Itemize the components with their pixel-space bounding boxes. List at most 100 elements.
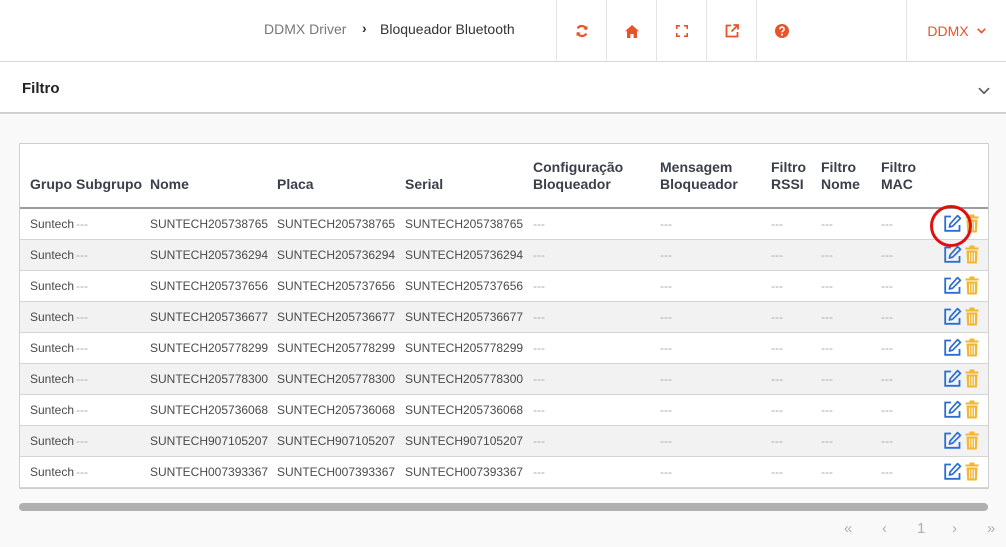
col-header-filtro-rssi[interactable]: Filtro RSSI: [771, 144, 821, 209]
edit-icon[interactable]: [943, 369, 962, 391]
cell-filtro-rssi: ---: [771, 456, 821, 488]
col-header-configuracao[interactable]: Configuração Bloqueador: [533, 144, 660, 209]
breadcrumb-separator: ›: [362, 20, 367, 36]
trash-icon[interactable]: [965, 276, 979, 298]
cell-nome: SUNTECH205778300: [150, 363, 277, 395]
cell-grupo: Suntech: [30, 363, 76, 395]
user-menu[interactable]: DDMX: [906, 0, 1006, 62]
col-header-placa[interactable]: Placa: [277, 144, 405, 209]
edit-icon[interactable]: [943, 338, 962, 360]
row-padding: [20, 425, 30, 457]
cell-serial: SUNTECH205737656: [405, 270, 533, 302]
cell-filtro-rssi: ---: [771, 301, 821, 333]
external-link-button[interactable]: [706, 0, 756, 62]
cell-placa: SUNTECH007393367: [277, 456, 405, 488]
last-page-button[interactable]: »: [987, 520, 995, 537]
edit-icon[interactable]: [943, 462, 962, 484]
col-header-actions: [943, 144, 988, 209]
cell-placa: SUNTECH205737656: [277, 270, 405, 302]
table-row[interactable]: Suntech --- SUNTECH205736677 SUNTECH2057366…: [20, 301, 988, 333]
cell-serial: SUNTECH205778300: [405, 363, 533, 395]
trash-icon[interactable]: [965, 369, 979, 391]
trash-icon[interactable]: [965, 400, 979, 422]
col-header-mensagem[interactable]: Mensagem Bloqueador: [660, 144, 771, 209]
cell-actions: [943, 394, 988, 426]
cell-nome: SUNTECH205736294: [150, 239, 277, 271]
col-header-mensagem-line1: Mensagem: [660, 159, 733, 175]
breadcrumb-current: Bloqueador Bluetooth: [380, 21, 515, 37]
cell-grupo: Suntech: [30, 208, 76, 240]
col-header-subgrupo[interactable]: Subgrupo: [76, 144, 150, 209]
table-row[interactable]: Suntech --- SUNTECH205736068 SUNTECH2057360…: [20, 394, 988, 426]
chevron-down-icon: [978, 82, 990, 100]
prev-page-button[interactable]: ‹: [882, 520, 887, 537]
cell-filtro-nome: ---: [821, 239, 881, 271]
filter-title: Filtro: [22, 80, 60, 97]
trash-icon[interactable]: [965, 307, 979, 329]
col-header-filtro-mac-line2: MAC: [881, 176, 913, 192]
help-button[interactable]: [756, 0, 806, 62]
home-button[interactable]: [606, 0, 656, 62]
cell-subgrupo: ---: [76, 208, 150, 240]
cell-subgrupo: ---: [76, 425, 150, 457]
cell-filtro-mac: ---: [881, 270, 943, 302]
table-row[interactable]: Suntech --- SUNTECH205778299 SUNTECH2057782…: [20, 332, 988, 364]
edit-icon[interactable]: [943, 307, 962, 329]
filter-panel-header[interactable]: Filtro: [0, 62, 1006, 114]
table-row[interactable]: Suntech --- SUNTECH007393367 SUNTECH0073933…: [20, 456, 988, 488]
cell-subgrupo: ---: [76, 270, 150, 302]
cell-filtro-nome: ---: [821, 394, 881, 426]
cell-configuracao: ---: [533, 332, 660, 364]
trash-icon[interactable]: [965, 338, 979, 360]
col-header-filtro-mac[interactable]: Filtro MAC: [881, 144, 943, 209]
table-row[interactable]: Suntech --- SUNTECH205737656 SUNTECH2057376…: [20, 270, 988, 302]
table-row[interactable]: Suntech --- SUNTECH907105207 SUNTECH9071052…: [20, 425, 988, 457]
cell-filtro-nome: ---: [821, 332, 881, 364]
trash-icon[interactable]: [965, 245, 979, 267]
cell-filtro-mac: ---: [881, 332, 943, 364]
refresh-button[interactable]: [556, 0, 606, 62]
table-body: Suntech --- SUNTECH205738765 SUNTECH2057387…: [20, 208, 988, 488]
col-header-serial[interactable]: Serial: [405, 144, 533, 209]
cell-filtro-mac: ---: [881, 394, 943, 426]
col-header-filtro-nome[interactable]: Filtro Nome: [821, 144, 881, 209]
col-header-filtro-rssi-line2: RSSI: [771, 176, 804, 192]
table-card: Grupo Subgrupo Nome Placa Serial Configu…: [19, 143, 989, 489]
cell-placa: SUNTECH205778300: [277, 363, 405, 395]
cell-mensagem: ---: [660, 363, 771, 395]
cell-serial: SUNTECH205738765: [405, 208, 533, 240]
col-header-grupo[interactable]: Grupo: [30, 144, 76, 209]
cell-filtro-rssi: ---: [771, 363, 821, 395]
cell-grupo: Suntech: [30, 425, 76, 457]
cell-subgrupo: ---: [76, 301, 150, 333]
cell-serial: SUNTECH205736294: [405, 239, 533, 271]
edit-icon[interactable]: [943, 431, 962, 453]
trash-icon[interactable]: [965, 462, 979, 484]
horizontal-scrollbar[interactable]: [19, 503, 988, 511]
table-row[interactable]: Suntech --- SUNTECH205736294 SUNTECH2057362…: [20, 239, 988, 271]
edit-icon[interactable]: [943, 245, 962, 267]
first-page-button[interactable]: «: [844, 520, 852, 537]
cell-configuracao: ---: [533, 394, 660, 426]
edit-icon[interactable]: [943, 400, 962, 422]
top-header: DDMX Driver › Bloqueador Bluetooth DDMX: [0, 0, 1006, 62]
cell-filtro-rssi: ---: [771, 394, 821, 426]
table-row[interactable]: Suntech --- SUNTECH205778300 SUNTECH2057783…: [20, 363, 988, 395]
cell-subgrupo: ---: [76, 363, 150, 395]
breadcrumb-parent[interactable]: DDMX Driver: [264, 21, 346, 37]
table-row[interactable]: Suntech --- SUNTECH205738765 SUNTECH2057387…: [20, 208, 988, 240]
fullscreen-button[interactable]: [656, 0, 706, 62]
edit-icon[interactable]: [943, 276, 962, 298]
next-page-button[interactable]: ›: [952, 520, 957, 537]
col-header-nome[interactable]: Nome: [150, 144, 277, 209]
cell-actions: [943, 363, 988, 395]
cell-configuracao: ---: [533, 425, 660, 457]
fullscreen-icon: [675, 25, 688, 37]
cell-placa: SUNTECH205736677: [277, 301, 405, 333]
cell-mensagem: ---: [660, 208, 771, 240]
cell-configuracao: ---: [533, 301, 660, 333]
cell-placa: SUNTECH205738765: [277, 208, 405, 240]
trash-icon[interactable]: [965, 431, 979, 453]
page-number[interactable]: 1: [917, 520, 925, 537]
external-link-icon: [725, 24, 739, 38]
